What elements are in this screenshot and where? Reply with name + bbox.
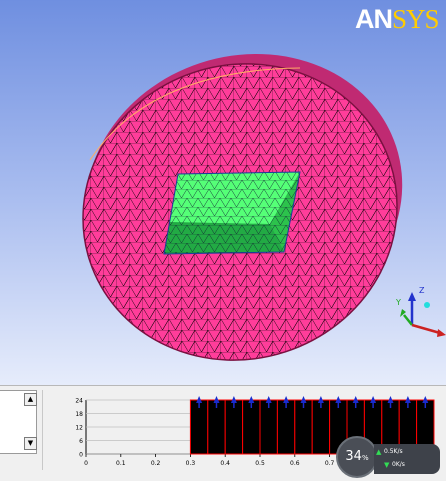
download-arrow-icon: ▼ (384, 461, 390, 469)
scroll-up-button[interactable]: ▲ (24, 393, 37, 406)
x-tick-label: 0.5 (255, 460, 265, 467)
histogram-bar (276, 399, 296, 455)
x-tick-label: 0.6 (290, 460, 300, 467)
cpu-usage-value: 34 (345, 449, 362, 464)
x-tick-label: 0.2 (151, 460, 161, 467)
scroll-down-button[interactable]: ▼ (24, 437, 37, 450)
network-speed-panel: ▲ 0.5K/s ▼ 0K/s (374, 444, 440, 474)
x-tick-label: 0.7 (325, 460, 335, 467)
histogram-bar (294, 399, 313, 455)
histogram-bar (189, 399, 209, 455)
upload-arrow-icon: ▲ (376, 448, 382, 456)
bottom-panel: ▲ ▼ 06121824 00.10.20.30.40.50.60.70.80.… (0, 385, 446, 481)
y-tick-label: 6 (79, 438, 83, 445)
y-tick-label: 0 (79, 452, 83, 459)
axis-z-label: Z (419, 286, 425, 295)
green-pocket (163, 171, 301, 255)
y-tick-label: 18 (75, 411, 83, 418)
histogram-bar (242, 399, 261, 455)
x-tick-label: 0.3 (186, 460, 196, 467)
y-tick-label: 12 (75, 425, 83, 432)
axis-triad (400, 292, 446, 337)
cpu-usage-unit: % (361, 454, 369, 462)
download-speed: 0K/s (392, 461, 405, 468)
x-tick-label: 0.1 (116, 460, 126, 467)
graphics-viewport[interactable]: ANSYS Z Y (0, 0, 446, 385)
y-tick-label: 24 (75, 398, 83, 405)
histogram-bar (259, 399, 278, 455)
histogram-bar (207, 399, 226, 455)
axis-y-label: Y (396, 298, 401, 307)
x-tick-label: 0.4 (220, 460, 230, 467)
upload-speed: 0.5K/s (384, 448, 403, 455)
x-tick-label: 0 (84, 460, 88, 467)
selection-list[interactable]: ▲ ▼ (0, 390, 37, 454)
mesh-model[interactable] (0, 0, 446, 385)
histogram-bar (311, 399, 331, 455)
cpu-usage-gauge: 34% (336, 436, 378, 478)
histogram-bar (224, 399, 244, 455)
panel-divider (42, 390, 43, 470)
